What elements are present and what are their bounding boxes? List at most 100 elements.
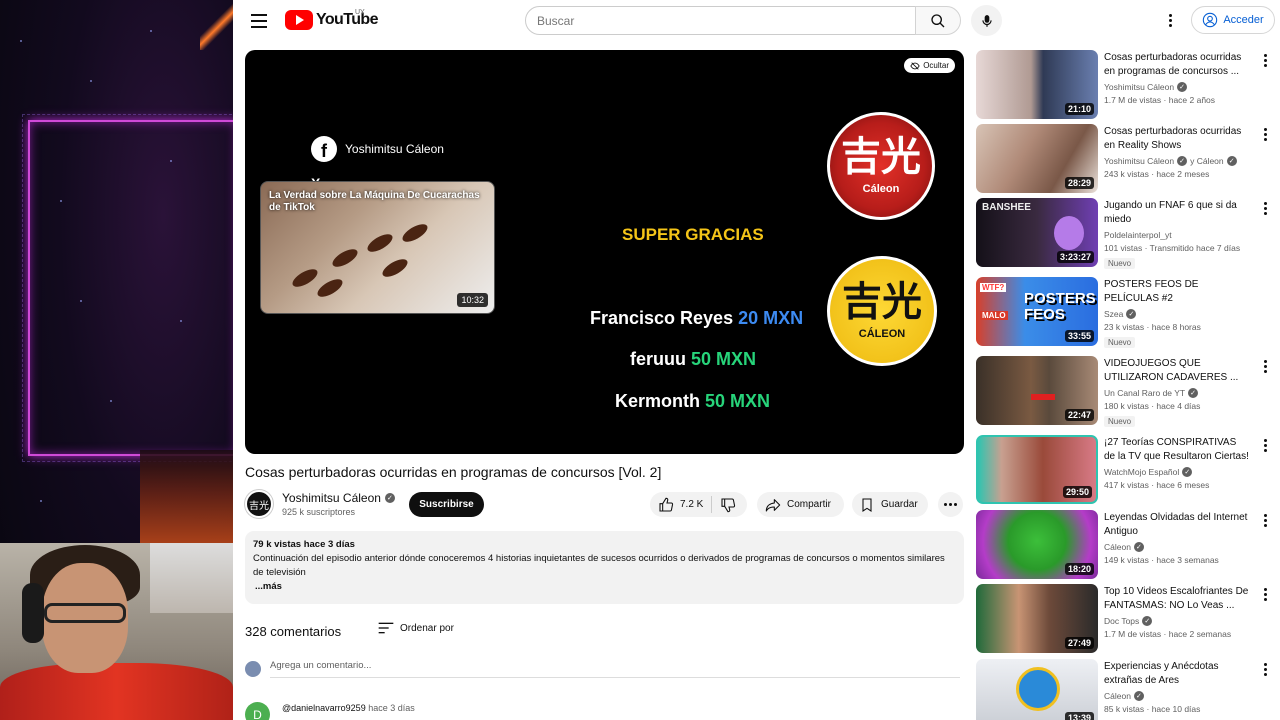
- recommended-video[interactable]: 21:10 Cosas perturbadoras ocurridas en p…: [976, 50, 1276, 120]
- overlay-frame: [28, 120, 233, 456]
- video-menu-icon[interactable]: [1264, 360, 1268, 373]
- channel-name[interactable]: Szea: [1104, 309, 1123, 319]
- channel-name[interactable]: WatchMojo Español: [1104, 467, 1179, 477]
- channel-name[interactable]: Yoshimitsu Cáleon: [1104, 82, 1174, 92]
- voice-search-button[interactable]: [971, 5, 1002, 36]
- video-thumbnail[interactable]: 28:29: [976, 124, 1098, 193]
- description-text: Continuación del episodio anterior dónde…: [253, 553, 945, 578]
- thumb-roach: [399, 220, 431, 246]
- search-icon: [931, 13, 945, 27]
- subscribe-button[interactable]: Suscribirse: [409, 492, 484, 517]
- dislike-button[interactable]: [712, 497, 736, 513]
- video-title[interactable]: Experiencias y Anécdotas extrañas de Are…: [1104, 660, 1249, 688]
- comment-header: @danielnavarro9259 hace 3 días: [282, 703, 415, 713]
- channel-row: Un Canal Raro de YT ✓: [1104, 388, 1249, 398]
- search-input[interactable]: [526, 7, 916, 34]
- views-and-date: 79 k vistas hace 3 días: [253, 539, 355, 550]
- description-box[interactable]: 79 k vistas hace 3 días Continuación del…: [245, 531, 964, 604]
- channel-avatar[interactable]: 吉光: [245, 490, 273, 518]
- search-button[interactable]: [915, 6, 961, 35]
- video-meta: 180 k vistas · hace 4 días: [1104, 401, 1201, 411]
- video-menu-icon[interactable]: [1264, 202, 1268, 215]
- recommended-video[interactable]: 29:50 ¡27 Teorías CONSPIRATIVAS de la TV…: [976, 435, 1276, 505]
- webcam-headset: [22, 583, 44, 643]
- channel-name-collab[interactable]: y Cáleon: [1190, 156, 1224, 166]
- thumb-character: [1054, 216, 1084, 250]
- verified-check-icon: ✓: [1177, 156, 1188, 166]
- donor-name: Francisco Reyes: [590, 308, 734, 328]
- video-menu-icon[interactable]: [1264, 663, 1268, 676]
- video-title[interactable]: Jugando un FNAF 6 que si da miedo: [1104, 199, 1249, 227]
- video-menu-icon[interactable]: [1264, 514, 1268, 527]
- like-button[interactable]: 7.2 K: [650, 496, 713, 513]
- webcam-shelf: [150, 543, 233, 613]
- recommended-video[interactable]: 18:20 Leyendas Olvidadas del Internet An…: [976, 510, 1276, 580]
- video-title[interactable]: Cosas perturbadoras ocurridas en Reality…: [1104, 125, 1249, 153]
- channel-row: Yoshimitsu Cáleon ✓: [1104, 82, 1249, 92]
- channel-name[interactable]: Yoshimitsu Cáleon: [1104, 156, 1174, 166]
- channel-name[interactable]: Poldelainterpol_yt: [1104, 230, 1172, 240]
- channel-row: Szea ✓: [1104, 309, 1249, 319]
- recommended-video[interactable]: 27:49 Top 10 Videos Escalofriantes De FA…: [976, 584, 1276, 654]
- recommended-video[interactable]: WTF? MALO POSTERS FEOS 33:55 POSTERS FEO…: [976, 277, 1276, 348]
- logo-brand: Cáleon: [862, 183, 900, 195]
- commenter-avatar[interactable]: D: [245, 702, 270, 720]
- more-actions-icon[interactable]: [938, 492, 963, 517]
- video-title[interactable]: Cosas perturbadoras ocurridas en program…: [1104, 51, 1249, 79]
- video-menu-icon[interactable]: [1264, 54, 1268, 67]
- commenter-handle[interactable]: @danielnavarro9259: [282, 703, 366, 713]
- verified-check-icon: ✓: [384, 493, 395, 503]
- new-badge: Nuevo: [1104, 337, 1136, 348]
- donation-row: Kermonth 50 MXN: [615, 391, 770, 412]
- new-badge: Nuevo: [1104, 416, 1136, 427]
- channel-name[interactable]: Cáleon: [1104, 691, 1131, 701]
- video-title[interactable]: Leyendas Olvidadas del Internet Antiguo: [1104, 511, 1249, 539]
- video-menu-icon[interactable]: [1264, 439, 1268, 452]
- endscreen-video-card[interactable]: La Verdad sobre La Máquina De Cucarachas…: [260, 181, 495, 314]
- video-thumbnail[interactable]: 29:50: [976, 435, 1098, 504]
- video-title[interactable]: POSTERS FEOS DE PELÍCULAS #2: [1104, 278, 1249, 306]
- recommended-video[interactable]: BANSHEE 3:23:27 Jugando un FNAF 6 que si…: [976, 198, 1276, 269]
- video-title[interactable]: Top 10 Videos Escalofriantes De FANTASMA…: [1104, 585, 1249, 613]
- show-more-link[interactable]: ...más: [253, 580, 956, 594]
- sort-comments-button[interactable]: Ordenar por: [378, 622, 454, 634]
- video-thumbnail[interactable]: 18:20: [976, 510, 1098, 579]
- video-meta: 1.7 M de vistas · hace 2 semanas: [1104, 629, 1232, 639]
- video-title[interactable]: ¡27 Teorías CONSPIRATIVAS de la TV que R…: [1104, 436, 1249, 464]
- video-title[interactable]: VIDEOJUEGOS QUE UTILIZARON CADAVERES ...: [1104, 357, 1249, 385]
- facebook-name: Yoshimitsu Cáleon: [345, 142, 444, 156]
- channel-row: Poldelainterpol_yt: [1104, 230, 1249, 240]
- video-thumbnail[interactable]: 21:10: [976, 50, 1098, 119]
- channel-name[interactable]: Yoshimitsu Cáleon: [282, 491, 381, 505]
- verified-check-icon: ✓: [1126, 309, 1137, 319]
- video-player[interactable]: Ocultar f Yoshimitsu Cáleon X La Verdad …: [245, 50, 964, 454]
- channel-name[interactable]: Doc Tops: [1104, 616, 1139, 626]
- channel-row: Doc Tops ✓: [1104, 616, 1249, 626]
- channel-name[interactable]: Cáleon: [1104, 542, 1131, 552]
- recommended-video[interactable]: 28:29 Cosas perturbadoras ocurridas en R…: [976, 124, 1276, 194]
- recommended-video[interactable]: 13:39 Experiencias y Anécdotas extrañas …: [976, 659, 1276, 720]
- hamburger-menu-icon[interactable]: [249, 10, 269, 30]
- webcam-feed: [0, 543, 233, 720]
- thumb-caption: MALO: [980, 311, 1008, 320]
- save-button[interactable]: Guardar: [852, 492, 928, 517]
- video-thumbnail[interactable]: 13:39: [976, 659, 1098, 720]
- settings-more-icon[interactable]: [1163, 10, 1177, 30]
- video-menu-icon[interactable]: [1264, 588, 1268, 601]
- video-meta: 85 k vistas · hace 10 días: [1104, 704, 1201, 714]
- video-menu-icon[interactable]: [1264, 128, 1268, 141]
- sign-in-button[interactable]: Acceder: [1191, 6, 1275, 34]
- hide-endscreen-button[interactable]: Ocultar: [904, 58, 955, 73]
- recommended-video[interactable]: 22:47 VIDEOJUEGOS QUE UTILIZARON CADAVER…: [976, 356, 1276, 427]
- add-comment-field[interactable]: Agrega un comentario...: [270, 660, 960, 678]
- comment-time[interactable]: hace 3 días: [368, 703, 415, 713]
- video-thumbnail[interactable]: 27:49: [976, 584, 1098, 653]
- channel-name-row[interactable]: Yoshimitsu Cáleon ✓: [282, 491, 395, 505]
- video-thumbnail[interactable]: WTF? MALO POSTERS FEOS 33:55: [976, 277, 1098, 346]
- youtube-logo[interactable]: YouTube UY: [285, 9, 378, 30]
- video-thumbnail[interactable]: BANSHEE 3:23:27: [976, 198, 1098, 267]
- super-thanks-heading: SUPER GRACIAS: [622, 225, 764, 244]
- channel-name[interactable]: Un Canal Raro de YT: [1104, 388, 1185, 398]
- video-thumbnail[interactable]: 22:47: [976, 356, 1098, 425]
- share-button[interactable]: Compartir: [757, 492, 844, 517]
